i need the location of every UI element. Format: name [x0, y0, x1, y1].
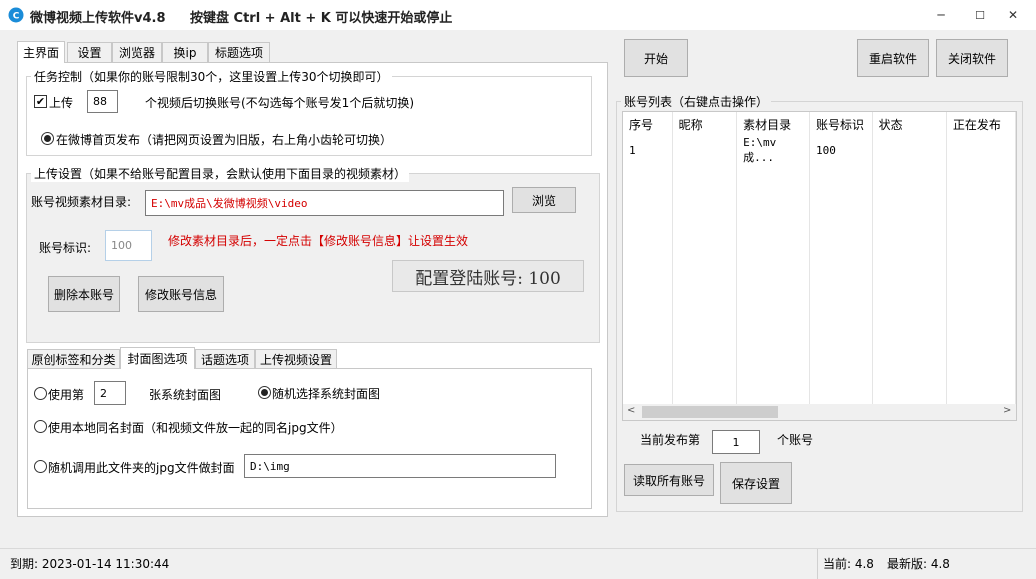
tab-change-ip[interactable]: 换ip	[162, 42, 208, 62]
upload-count-input[interactable]: 88	[87, 90, 118, 113]
title-bar: C 微博视频上传软件v4.8 按键盘 Ctrl + Alt + K 可以快速开始…	[0, 0, 1036, 30]
horizontal-scrollbar[interactable]: < >	[623, 404, 1016, 420]
account-list-title: 账号列表（右键点击操作）	[621, 93, 772, 110]
table-cell	[946, 136, 1016, 165]
close-window-button[interactable]: ✕	[990, 0, 1036, 30]
cover-folder-input[interactable]: D:\img	[244, 454, 556, 478]
table-cell	[672, 136, 738, 165]
switch-account-text: 个视频后切换账号(不勾选每个账号发1个后就切换)	[145, 96, 414, 110]
table-cell	[872, 136, 947, 165]
column-header[interactable]: 正在发布	[946, 112, 1016, 136]
column-header[interactable]: 账号标识	[809, 112, 873, 136]
account-table: 序号 昵称 素材目录 账号标识 状态 正在发布 1 E:\mv成... 100	[623, 112, 1016, 420]
subtab-original-tags[interactable]: 原创标签和分类	[27, 349, 120, 369]
random-system-cover-radio[interactable]	[258, 386, 271, 399]
status-bar: 到期: 2023-01-14 11:30:44 当前: 4.8 最新版: 4.8	[0, 548, 1036, 579]
start-button[interactable]: 开始	[624, 39, 688, 77]
publish-homepage-label: 在微博首页发布（请把网页设置为旧版，右上角小齿轮可切换）	[56, 133, 393, 147]
table-cell: 1	[623, 136, 673, 165]
account-id-input[interactable]: 100	[105, 230, 152, 261]
account-table-container[interactable]: 序号 昵称 素材目录 账号标识 状态 正在发布 1 E:\mv成... 100 …	[622, 111, 1017, 421]
cover-index-input[interactable]: 2	[94, 381, 126, 405]
table-cell: E:\mv成...	[736, 136, 811, 165]
current-publish-label: 当前发布第	[640, 433, 701, 447]
close-app-button[interactable]: 关闭软件	[936, 39, 1008, 77]
local-same-name-cover-radio[interactable]	[34, 420, 47, 433]
browse-button[interactable]: 浏览	[512, 187, 576, 213]
svg-text:C: C	[13, 12, 20, 22]
task-control-title: 任务控制（如果你的账号限制30个，这里设置上传30个切换即可）	[31, 68, 392, 85]
scrollbar-thumb[interactable]	[642, 406, 778, 418]
subtab-topic[interactable]: 话题选项	[195, 349, 255, 369]
material-dir-input[interactable]: E:\mv成品\发微博视频\video	[145, 190, 504, 216]
use-nth-cover-label: 使用第	[48, 388, 85, 402]
current-publish-suffix: 个账号	[777, 433, 814, 447]
current-version: 当前: 4.8	[823, 557, 874, 571]
column-header[interactable]: 序号	[623, 112, 673, 136]
tab-browser[interactable]: 浏览器	[112, 42, 162, 62]
account-id-label: 账号标识:	[39, 241, 92, 255]
status-divider	[817, 549, 818, 579]
column-header[interactable]: 素材目录	[736, 112, 811, 136]
table-cell: 100	[809, 136, 873, 165]
local-same-name-cover-label: 使用本地同名封面（和视频文件放一起的同名jpg文件）	[48, 421, 343, 435]
save-settings-button[interactable]: 保存设置	[720, 462, 792, 504]
random-folder-cover-radio[interactable]	[34, 460, 47, 473]
tab-main[interactable]: 主界面	[17, 41, 65, 63]
publish-homepage-radio[interactable]	[41, 132, 54, 145]
current-publish-input[interactable]: 1	[712, 430, 760, 454]
random-folder-cover-label: 随机调用此文件夹的jpg文件做封面	[48, 461, 235, 475]
upload-checkbox-label: 上传	[49, 96, 74, 110]
modify-account-button[interactable]: 修改账号信息	[138, 276, 224, 312]
upload-checkbox[interactable]: ✔	[34, 95, 47, 108]
subtab-cover[interactable]: 封面图选项	[120, 347, 195, 369]
column-header[interactable]: 昵称	[672, 112, 738, 136]
random-system-cover-label: 随机选择系统封面图	[272, 387, 381, 401]
subtab-upload-video[interactable]: 上传视频设置	[255, 349, 337, 369]
app-logo-icon: C	[8, 7, 24, 23]
use-nth-cover-radio[interactable]	[34, 387, 47, 400]
tab-title-options[interactable]: 标题选项	[208, 42, 270, 62]
config-login-account: 配置登陆账号: 100	[392, 260, 584, 292]
expire-date: 到期: 2023-01-14 11:30:44	[10, 557, 170, 571]
restart-button[interactable]: 重启软件	[857, 39, 929, 77]
column-header[interactable]: 状态	[872, 112, 947, 136]
tab-settings[interactable]: 设置	[67, 42, 112, 62]
table-row[interactable]: 1 E:\mv成... 100	[623, 136, 1016, 165]
latest-version: 最新版: 4.8	[887, 557, 950, 571]
table-header-row: 序号 昵称 素材目录 账号标识 状态 正在发布	[623, 112, 1016, 136]
scroll-right-icon[interactable]: >	[1003, 405, 1011, 416]
scroll-left-icon[interactable]: <	[627, 405, 635, 416]
modify-warning-text: 修改素材目录后，一定点击【修改账号信息】让设置生效	[168, 234, 469, 248]
use-nth-cover-suffix: 张系统封面图	[149, 388, 222, 402]
hotkey-hint: 按键盘 Ctrl + Alt + K 可以快速开始或停止	[190, 11, 453, 26]
read-all-accounts-button[interactable]: 读取所有账号	[624, 464, 714, 496]
material-dir-label: 账号视频素材目录:	[31, 195, 132, 209]
upload-settings-title: 上传设置（如果不给账号配置目录，会默认使用下面目录的视频素材）	[31, 165, 410, 182]
delete-account-button[interactable]: 删除本账号	[48, 276, 120, 312]
window-title: 微博视频上传软件v4.8	[30, 11, 166, 26]
